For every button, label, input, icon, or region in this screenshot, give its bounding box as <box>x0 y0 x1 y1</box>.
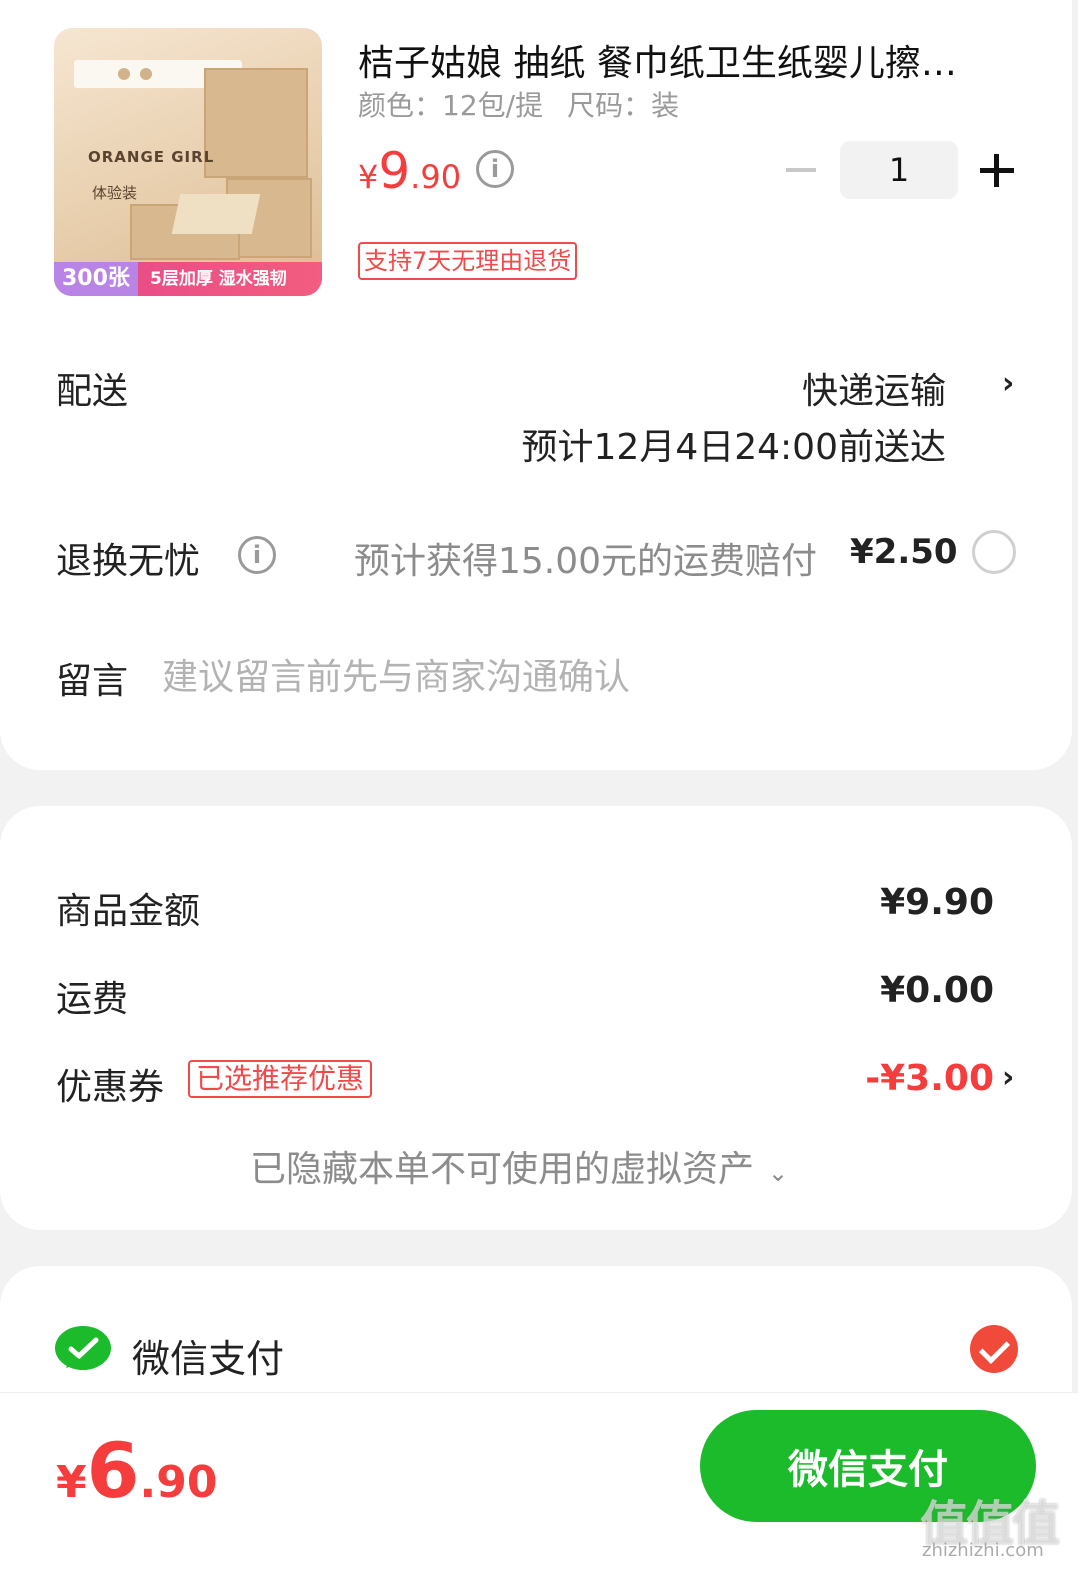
message-label: 留言 <box>56 661 129 702</box>
coupon-discount-value[interactable]: -¥3.00 <box>865 1058 994 1099</box>
product-image-brand: ORANGE GIRL <box>88 148 215 166</box>
return-policy-tag: 支持7天无理由退货 <box>358 242 578 280</box>
coupon-status-tag: 已选推荐优惠 <box>188 1060 373 1098</box>
product-image-badge: 300张 5层加厚 湿水强韧 <box>54 262 322 296</box>
return-insurance-label: 退换无忧 <box>56 541 201 582</box>
badge-count: 300张 <box>54 262 138 296</box>
message-input[interactable] <box>162 652 1022 702</box>
image-decor <box>140 68 152 80</box>
quantity-minus-button[interactable] <box>786 168 816 172</box>
total-price: ¥6.90 <box>56 1426 217 1515</box>
product-title[interactable]: 桔子姑娘 抽纸 餐巾纸卫生纸婴儿擦… <box>358 34 1008 86</box>
price-info-icon[interactable]: i <box>476 150 514 188</box>
return-insurance-description: 预计获得15.00元的运费赔付 <box>354 541 818 582</box>
goods-amount-label: 商品金额 <box>56 891 201 932</box>
chevron-down-icon: ⌄ <box>768 1159 789 1187</box>
price-decimal: .90 <box>410 158 462 196</box>
product-size-spec: 尺码：装 <box>567 89 680 122</box>
total-currency: ¥ <box>56 1457 87 1508</box>
watermark-url: zhizhizhi.com <box>922 1540 1044 1561</box>
total-decimal: .90 <box>139 1457 218 1508</box>
shipping-fee-label: 运费 <box>56 979 129 1020</box>
price-currency: ¥ <box>358 158 379 196</box>
coupon-label: 优惠券 <box>56 1067 165 1108</box>
badge-features: 5层加厚 湿水强韧 <box>150 269 287 289</box>
product-spec[interactable]: 颜色：12包/提 尺码：装 <box>358 84 679 124</box>
image-decor <box>171 194 261 234</box>
image-decor <box>204 68 308 178</box>
payment-method-label[interactable]: 微信支付 <box>132 1328 284 1383</box>
delivery-method[interactable]: 快递运输 <box>802 362 946 414</box>
product-image[interactable]: ORANGE GIRL 体验装 300张 5层加厚 湿水强韧 <box>54 28 322 296</box>
return-insurance-price: ¥2.50 <box>850 532 958 572</box>
payment-selected-check-icon[interactable] <box>970 1325 1018 1373</box>
product-price: ¥9.90 <box>358 142 461 200</box>
chevron-right-icon[interactable]: › <box>1002 366 1014 401</box>
total-integer: 6 <box>86 1426 140 1515</box>
goods-amount-value: ¥9.90 <box>880 882 994 923</box>
info-icon[interactable]: i <box>238 536 276 574</box>
price-integer: 9 <box>378 142 411 200</box>
delivery-eta: 预计12月4日24:00前送达 <box>521 427 946 468</box>
shipping-fee-value: ¥0.00 <box>880 970 994 1011</box>
image-decor <box>118 68 130 80</box>
return-insurance-radio[interactable] <box>972 530 1016 574</box>
order-item-card: ORANGE GIRL 体验装 300张 5层加厚 湿水强韧 桔子姑娘 抽纸 餐… <box>0 0 1072 770</box>
hidden-assets-toggle[interactable]: 已隐藏本单不可使用的虚拟资产 ⌄ <box>250 1140 788 1192</box>
wechat-pay-icon <box>55 1326 111 1370</box>
quantity-field[interactable]: 1 <box>840 141 958 199</box>
product-color-spec: 颜色：12包/提 <box>358 89 544 122</box>
delivery-label: 配送 <box>56 371 129 412</box>
hidden-assets-text: 已隐藏本单不可使用的虚拟资产 <box>250 1149 755 1190</box>
product-image-trial: 体验装 <box>92 184 138 202</box>
quantity-plus-button[interactable] <box>980 150 1014 190</box>
chevron-right-icon[interactable]: › <box>1002 1060 1014 1095</box>
